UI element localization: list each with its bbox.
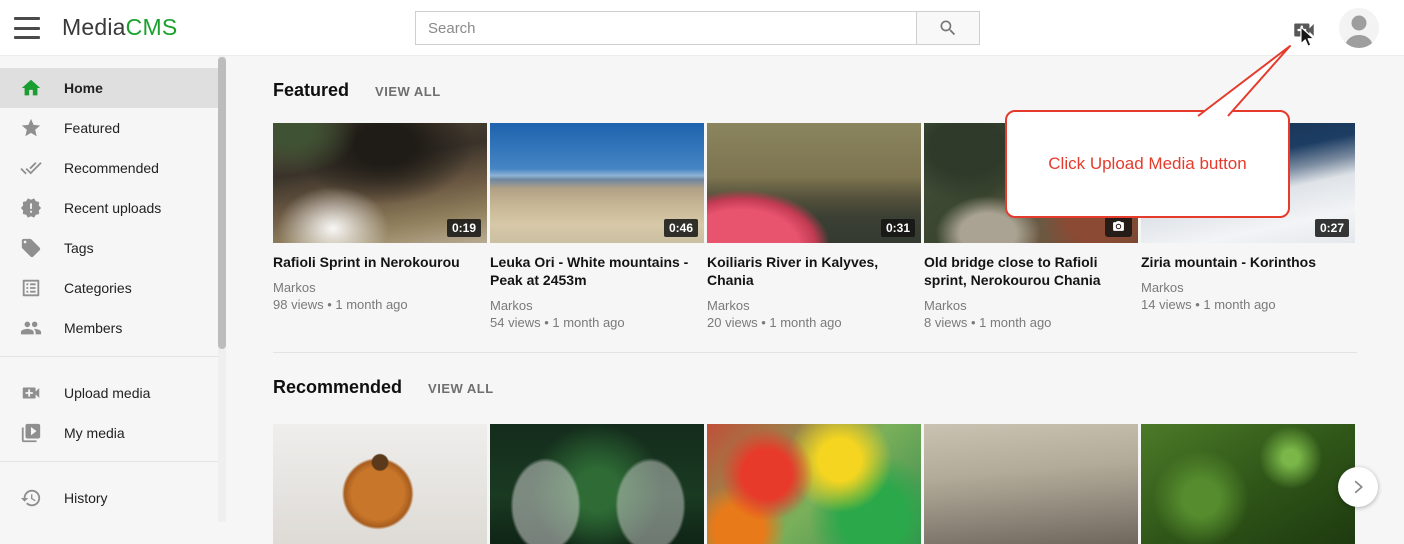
carousel-next-button[interactable] — [1338, 467, 1378, 507]
section-divider — [273, 352, 1357, 353]
media-card[interactable] — [1141, 424, 1355, 544]
sidebar-item-home[interactable]: Home — [0, 68, 218, 108]
logo-cms: CMS — [126, 14, 178, 40]
duration-badge: 0:27 — [1315, 219, 1349, 237]
tag-icon — [20, 237, 42, 259]
media-card[interactable] — [707, 424, 921, 544]
chevron-right-icon — [1349, 478, 1367, 496]
sidebar-item-label: Recent uploads — [64, 200, 161, 216]
featured-view-all-link[interactable]: VIEW ALL — [375, 84, 441, 99]
sidebar-item-label: Members — [64, 320, 122, 336]
video-call-plus-icon — [20, 382, 42, 404]
media-meta: 54 views • 1 month ago — [490, 314, 704, 331]
media-author[interactable]: Markos — [490, 297, 704, 314]
logo-media: Media — [62, 14, 126, 40]
search-bar — [415, 11, 980, 45]
media-author[interactable]: Markos — [273, 279, 487, 296]
media-title[interactable]: Koiliaris River in Kalyves, Chania — [707, 253, 921, 289]
media-meta: 8 views • 1 month ago — [924, 314, 1138, 331]
sidebar-item-featured[interactable]: Featured — [0, 108, 218, 148]
image-type-badge — [1105, 216, 1132, 237]
double-check-icon — [20, 157, 42, 179]
sidebar-item-my-media[interactable]: My media — [0, 413, 218, 453]
sidebar-item-label: Home — [64, 80, 103, 96]
media-thumbnail[interactable] — [273, 424, 487, 544]
media-thumbnail[interactable] — [490, 424, 704, 544]
media-author[interactable]: Markos — [707, 297, 921, 314]
media-card[interactable]: 0:31 Koiliaris River in Kalyves, Chania … — [707, 123, 921, 330]
sidebar-item-history[interactable]: History — [0, 478, 218, 518]
media-card[interactable]: 0:19 Rafioli Sprint in Nerokourou Markos… — [273, 123, 487, 330]
sidebar-item-categories[interactable]: Categories — [0, 268, 218, 308]
section-title-recommended: Recommended — [273, 377, 402, 397]
media-title[interactable]: Leuka Ori - White mountains - Peak at 24… — [490, 253, 704, 289]
recommended-section-header: Recommended VIEW ALL — [273, 377, 1404, 397]
media-card[interactable]: 0:46 Leuka Ori - White mountains - Peak … — [490, 123, 704, 330]
media-thumbnail[interactable] — [1141, 424, 1355, 544]
sidebar-item-label: Recommended — [64, 160, 159, 176]
annotation-text: Click Upload Media button — [1048, 154, 1246, 174]
media-author[interactable]: Markos — [924, 297, 1138, 314]
recommended-cards-row — [273, 424, 1404, 544]
sidebar: Home Featured Recommended Recent uploads… — [0, 56, 218, 522]
sidebar-item-tags[interactable]: Tags — [0, 228, 218, 268]
media-author[interactable]: Markos — [1141, 279, 1355, 296]
history-clock-icon — [20, 487, 42, 509]
media-title[interactable]: Ziria mountain - Korinthos — [1141, 253, 1355, 271]
people-icon — [20, 317, 42, 339]
sidebar-item-label: Tags — [64, 240, 94, 256]
media-meta: 20 views • 1 month ago — [707, 314, 921, 331]
media-title[interactable]: Old bridge close to Rafioli sprint, Nero… — [924, 253, 1138, 289]
search-input[interactable] — [415, 11, 917, 45]
sidebar-scrollbar-track[interactable] — [218, 56, 226, 522]
media-card[interactable] — [924, 424, 1138, 544]
media-thumbnail[interactable] — [924, 424, 1138, 544]
recommended-view-all-link[interactable]: VIEW ALL — [428, 381, 494, 396]
media-card[interactable] — [273, 424, 487, 544]
duration-badge: 0:46 — [664, 219, 698, 237]
annotation-callout: Click Upload Media button — [1005, 110, 1290, 218]
sidebar-item-members[interactable]: Members — [0, 308, 218, 348]
duration-badge: 0:19 — [447, 219, 481, 237]
new-releases-icon — [20, 197, 42, 219]
logo[interactable]: MediaCMS — [62, 14, 177, 41]
media-thumbnail[interactable]: 0:19 — [273, 123, 487, 243]
avatar[interactable] — [1339, 8, 1379, 48]
media-thumbnail[interactable]: 0:31 — [707, 123, 921, 243]
video-library-icon — [20, 422, 42, 444]
search-button[interactable] — [917, 11, 980, 45]
star-icon — [20, 117, 42, 139]
media-title[interactable]: Rafioli Sprint in Nerokourou — [273, 253, 487, 271]
camera-icon — [1112, 220, 1125, 233]
duration-badge: 0:31 — [881, 219, 915, 237]
annotation-callout-tail — [1180, 36, 1300, 120]
sidebar-item-label: Featured — [64, 120, 120, 136]
mouse-cursor-icon — [1297, 26, 1317, 48]
sidebar-item-recommended[interactable]: Recommended — [0, 148, 218, 188]
media-card[interactable] — [490, 424, 704, 544]
media-thumbnail[interactable] — [707, 424, 921, 544]
person-silhouette-icon — [1339, 8, 1379, 48]
magnifier-icon — [938, 18, 958, 38]
media-meta: 98 views • 1 month ago — [273, 296, 487, 313]
sidebar-item-label: History — [64, 490, 108, 506]
section-title-featured: Featured — [273, 80, 349, 100]
sidebar-item-upload-media[interactable]: Upload media — [0, 373, 218, 413]
home-icon — [20, 77, 42, 99]
media-meta: 14 views • 1 month ago — [1141, 296, 1355, 313]
sidebar-item-label: Categories — [64, 280, 132, 296]
sidebar-scrollbar-thumb[interactable] — [218, 57, 226, 349]
media-thumbnail[interactable]: 0:46 — [490, 123, 704, 243]
sidebar-item-label: My media — [64, 425, 125, 441]
sidebar-item-label: Upload media — [64, 385, 150, 401]
list-box-icon — [20, 277, 42, 299]
menu-icon[interactable] — [14, 17, 40, 39]
sidebar-item-recent-uploads[interactable]: Recent uploads — [0, 188, 218, 228]
